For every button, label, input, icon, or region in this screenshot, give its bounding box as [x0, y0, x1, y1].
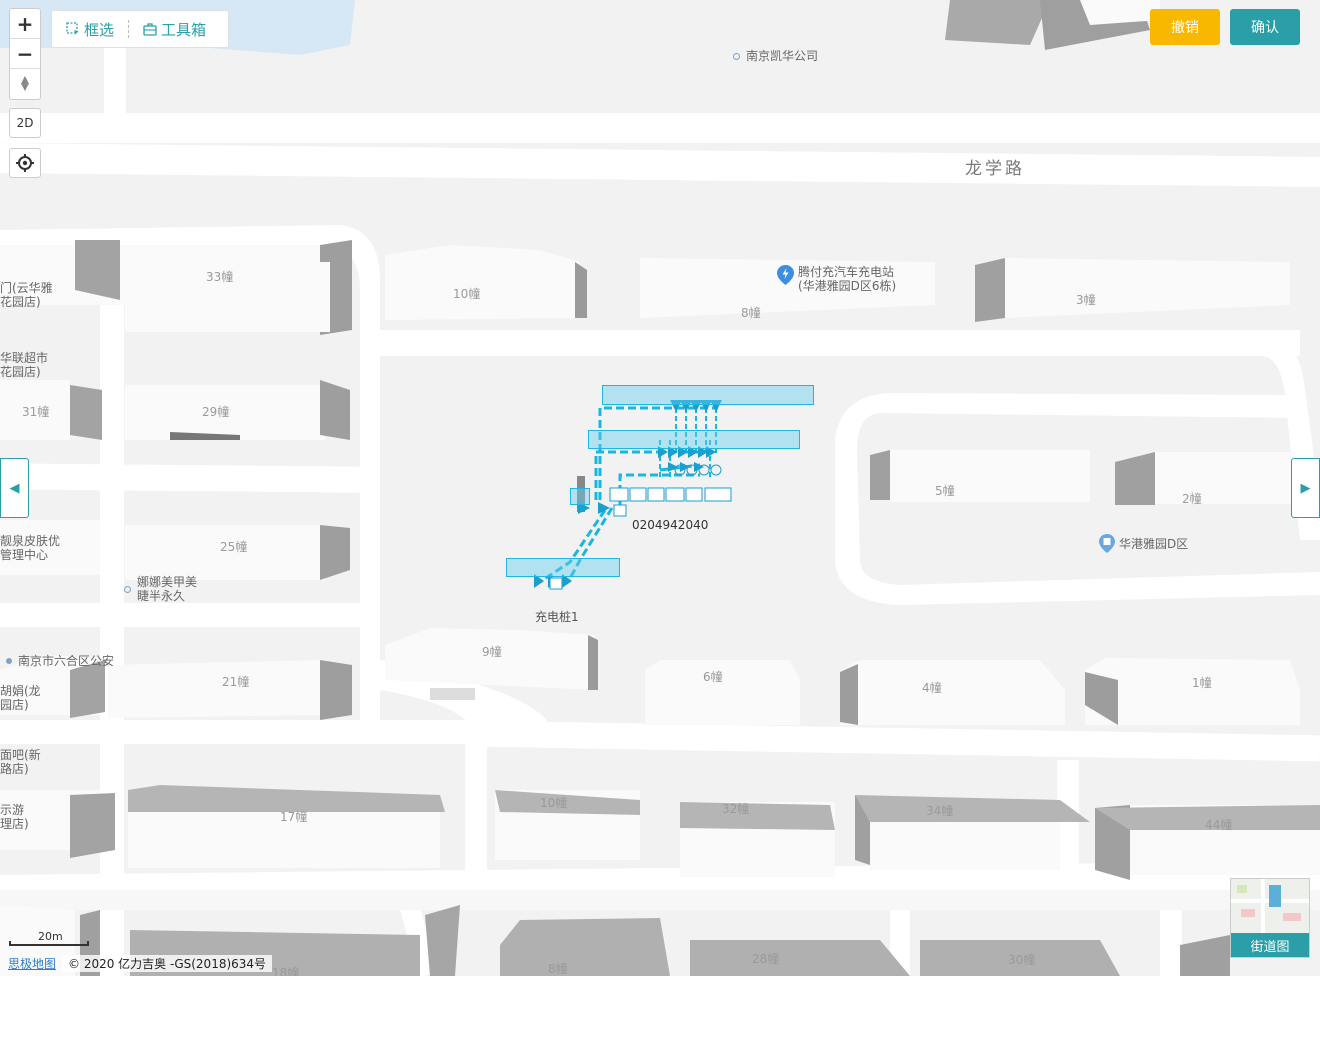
- poi-residential-label: 华港雅园D区: [1119, 536, 1189, 551]
- street-view-switch[interactable]: 街道图: [1230, 878, 1310, 958]
- poi-left-8[interactable]: 示游 理店): [0, 803, 29, 831]
- building-label: 8幢: [548, 962, 568, 976]
- poi-left-4-line1: 娜娜美甲美: [137, 575, 198, 589]
- poi-left-3-line1: 靓泉皮肤优: [0, 534, 61, 548]
- charging-pin-icon: [777, 265, 794, 285]
- map-canvas[interactable]: 0204942040 充电桩1 龙学路 33幢 10幢 8幢 3幢 31幢 29…: [0, 0, 1320, 976]
- building-label: 17幢: [280, 810, 308, 824]
- building-label: 30幢: [1008, 953, 1036, 967]
- poi-left-6-line1: 胡娟(龙: [0, 684, 41, 698]
- zoom-in-button[interactable]: +: [10, 9, 40, 39]
- building-label: 6幢: [703, 670, 723, 684]
- selected-segment-1[interactable]: [602, 385, 814, 405]
- map-base-layer: [0, 0, 1320, 976]
- poi-left-5[interactable]: 南京市六合区公安: [6, 654, 114, 668]
- poi-left-7-line1: 面吧(新: [0, 748, 41, 762]
- cancel-button[interactable]: 撤销: [1150, 9, 1220, 45]
- building-label: 5幢: [935, 484, 955, 498]
- zoom-out-button[interactable]: −: [10, 39, 40, 69]
- building-label: 18幢: [272, 966, 300, 976]
- building-label: 3幢: [1076, 293, 1096, 307]
- confirm-button[interactable]: 确认: [1230, 9, 1300, 45]
- poi-company-label: 南京凯华公司: [746, 49, 819, 63]
- toolbox-tool[interactable]: 工具箱: [143, 19, 206, 40]
- building-label: 25幢: [220, 540, 248, 554]
- poi-left-2-line2: 花园店): [0, 365, 41, 379]
- poi-left-6[interactable]: 胡娟(龙 园店): [0, 684, 41, 712]
- box-select-icon: [66, 22, 79, 35]
- building-label: 10幢: [540, 796, 568, 810]
- poi-dot-icon: [733, 53, 740, 60]
- building-label: 31幢: [22, 405, 50, 419]
- selected-segment-2[interactable]: [588, 430, 800, 449]
- residential-pin-icon: [1099, 534, 1115, 553]
- poi-dot-icon: [6, 658, 12, 664]
- attribution: 思极地图 © 2020 亿力吉奥 -GS(2018)634号: [8, 955, 273, 972]
- road-name-label: 龙学路: [965, 159, 1025, 179]
- building-label: 9幢: [482, 645, 502, 659]
- box-select-label: 框选: [84, 20, 115, 39]
- building-label: 4幢: [922, 681, 942, 695]
- view-2d-button[interactable]: 2D: [9, 108, 41, 138]
- building-label: 34幢: [926, 804, 954, 818]
- poi-left-6-line2: 园店): [0, 698, 29, 712]
- poi-company[interactable]: 南京凯华公司: [733, 49, 818, 63]
- selected-segment-3[interactable]: [570, 488, 590, 505]
- zoom-control: + − ▲ ▼: [9, 8, 41, 100]
- building-label: 33幢: [206, 270, 234, 284]
- toolbar-divider: [128, 20, 130, 38]
- poi-left-7-line2: 路店): [0, 762, 29, 776]
- poi-left-4[interactable]: 娜娜美甲美 睫半永久: [124, 575, 197, 603]
- poi-left-3-line2: 管理中心: [0, 548, 49, 562]
- poi-left-3[interactable]: 靓泉皮肤优 管理中心: [0, 534, 60, 562]
- locate-button[interactable]: [9, 148, 41, 178]
- street-view-label: 街道图: [1231, 933, 1309, 957]
- map-toolbar: 框选 工具箱: [51, 10, 229, 48]
- building-label: 32幢: [722, 802, 750, 816]
- building-label: 1幢: [1192, 676, 1212, 690]
- toolbox-label: 工具箱: [161, 20, 207, 39]
- poi-left-2[interactable]: 华联超市 花园店): [0, 351, 48, 379]
- selected-segment-4[interactable]: [506, 558, 620, 577]
- building-label: 29幢: [202, 405, 230, 419]
- building-label: 28幢: [752, 952, 780, 966]
- poi-dot-icon: [124, 585, 131, 593]
- poi-charging-line1: 腾付充汽车充电站: [798, 265, 895, 279]
- chevron-left-icon: ◀: [9, 480, 20, 496]
- poi-left-7[interactable]: 面吧(新 路店): [0, 748, 41, 776]
- building-label: 8幢: [741, 306, 761, 320]
- poi-left-1[interactable]: 门(云华雅 花园店): [0, 281, 53, 309]
- building-label: 2幢: [1182, 492, 1202, 506]
- poi-residential[interactable]: 华港雅园D区: [1099, 534, 1188, 553]
- poi-left-2-line1: 华联超市: [0, 351, 49, 365]
- left-panel-toggle[interactable]: ◀: [0, 458, 29, 518]
- poi-left-4-line2: 睫半永久: [137, 589, 186, 603]
- locate-icon: [16, 154, 34, 172]
- right-panel-toggle[interactable]: ▶: [1291, 458, 1320, 518]
- charger-label: 充电桩1: [535, 610, 579, 624]
- box-select-tool[interactable]: 框选: [66, 19, 114, 40]
- map-logo-link[interactable]: 思极地图: [8, 955, 56, 972]
- building-label: 10幢: [453, 287, 481, 301]
- chevron-right-icon: ▶: [1300, 480, 1311, 496]
- poi-charging-line2: (华港雅园D区6栋): [798, 279, 897, 293]
- cable-id-label: 0204942040: [632, 518, 709, 532]
- street-thumbnail-image: [1231, 879, 1309, 935]
- toolbox-icon: [143, 23, 157, 36]
- compass-button[interactable]: ▲ ▼: [10, 69, 40, 99]
- poi-charging-station[interactable]: 腾付充汽车充电站 (华港雅园D区6栋): [777, 265, 896, 293]
- building-label: 21幢: [222, 675, 250, 689]
- copyright-text: © 2020 亿力吉奥 -GS(2018)634号: [62, 955, 273, 972]
- poi-left-8-line1: 示游: [0, 803, 25, 817]
- scale-bar: [9, 941, 89, 946]
- poi-left-1-line1: 门(云华雅: [0, 281, 53, 295]
- poi-left-8-line2: 理店): [0, 817, 29, 831]
- building-label: 44幢: [1205, 818, 1233, 832]
- poi-left-5-label: 南京市六合区公安: [18, 654, 115, 668]
- poi-left-1-line2: 花园店): [0, 295, 41, 309]
